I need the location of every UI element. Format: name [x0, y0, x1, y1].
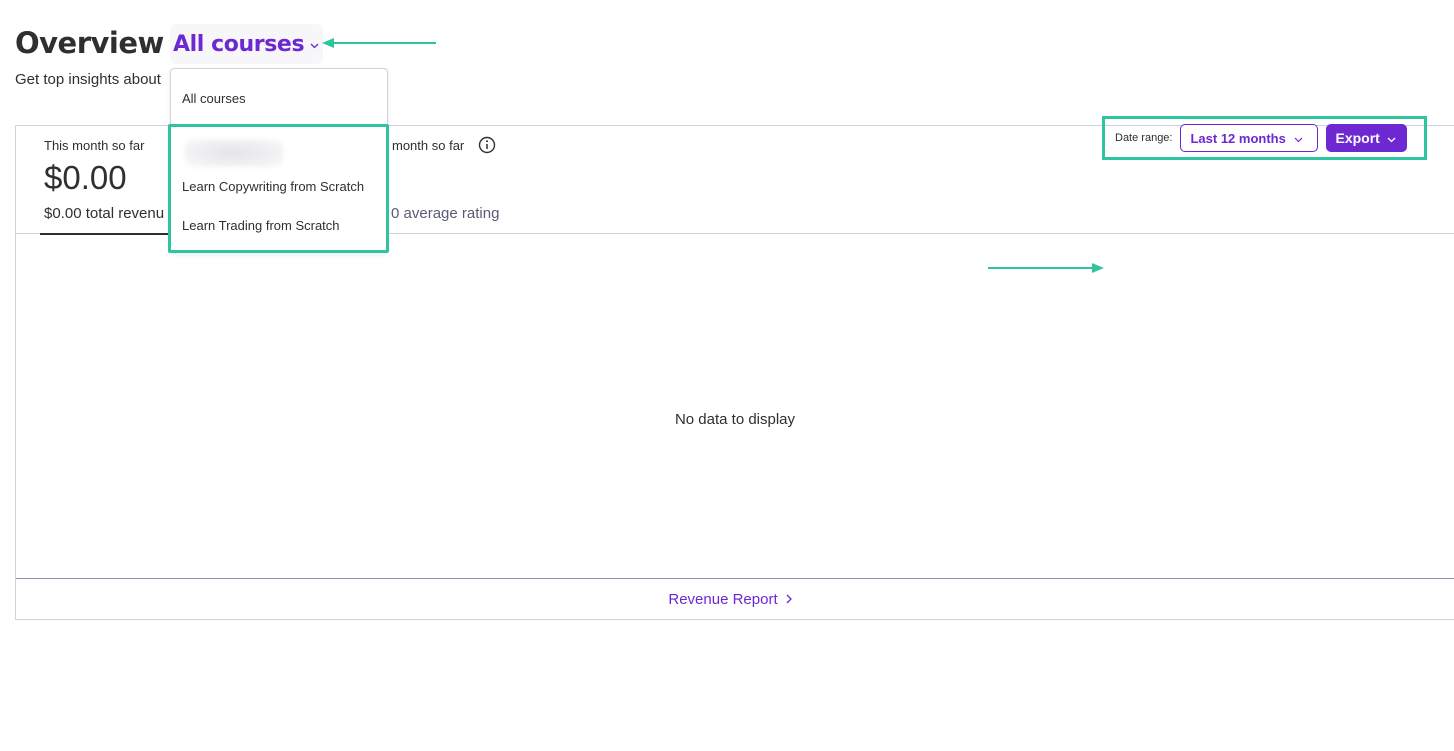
revenue-period-label: This month so far: [44, 138, 145, 153]
total-revenue-text: $0.00 total revenu: [44, 205, 165, 222]
revenue-value: $0.00: [44, 159, 127, 196]
chevron-down-icon: [310, 36, 319, 54]
info-icon[interactable]: [478, 136, 496, 159]
empty-chart-message: No data to display: [674, 411, 796, 428]
revenue-report-label: Revenue Report: [668, 591, 778, 608]
revenue-report-link[interactable]: Revenue Report: [668, 591, 792, 608]
tab-rating[interactable]: month so far 0 average rating: [376, 126, 676, 234]
arrow-left-icon: [322, 38, 436, 48]
controls-highlight-box: [1102, 116, 1427, 160]
chevron-right-icon: [786, 591, 792, 608]
arrow-right-icon: [988, 263, 1104, 273]
dropdown-highlight-box: [168, 124, 389, 253]
rating-period-label: month so far: [392, 138, 465, 153]
average-rating-text: 0 average rating: [391, 205, 500, 222]
page-subtitle: Get top insights about: [15, 71, 161, 88]
card-footer: Revenue Report: [16, 578, 1454, 620]
dropdown-item-all-courses[interactable]: All courses: [182, 91, 246, 106]
page-title: Overview: [15, 26, 164, 60]
course-selector-button[interactable]: All courses: [170, 24, 323, 64]
course-selector-label: All courses: [173, 31, 305, 57]
analytics-page: Overview All courses Get top insights ab…: [0, 0, 1454, 751]
